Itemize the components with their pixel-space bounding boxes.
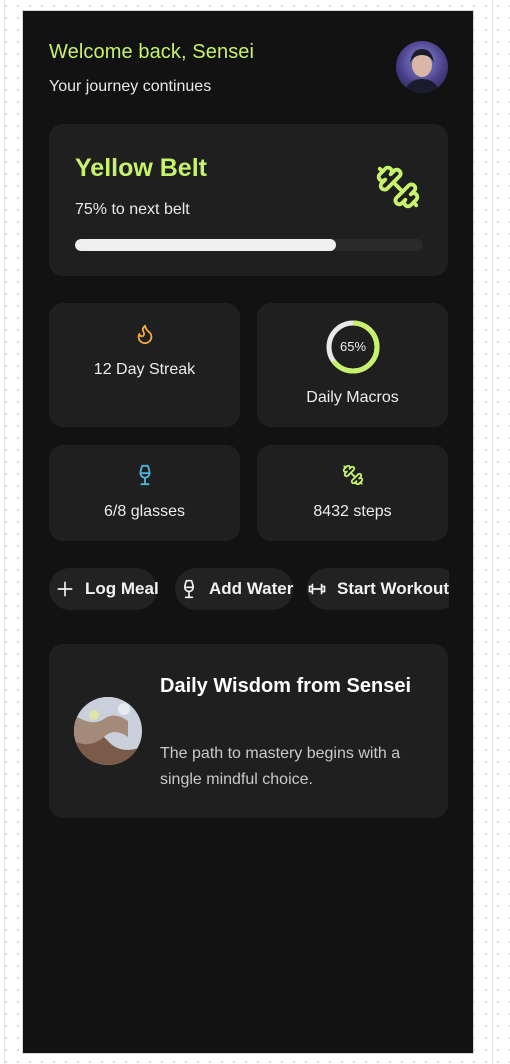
dumbbell-icon — [342, 464, 363, 486]
page-divider-right — [492, 0, 493, 1064]
header: Welcome back, Sensei Your journey contin… — [49, 41, 449, 96]
dumbbell-icon — [308, 583, 326, 595]
daily-wisdom-card[interactable]: Daily Wisdom from Sensei The path to mas… — [49, 644, 448, 818]
streak-label: 12 Day Streak — [93, 361, 196, 378]
welcome-subtitle: Your journey continues — [49, 78, 212, 95]
belt-title: Yellow Belt — [75, 154, 207, 182]
glass-icon — [184, 579, 194, 599]
wisdom-text: The path to mastery begins with a single… — [160, 745, 401, 788]
belt-progress-text: 75% to next belt — [75, 201, 190, 218]
add-water-button[interactable]: Add Water — [175, 568, 293, 610]
belt-progress-bar — [75, 239, 423, 251]
flame-icon — [137, 324, 152, 345]
page-divider-left — [4, 0, 5, 1064]
streak-card[interactable]: 12 Day Streak — [49, 303, 240, 427]
glass-icon — [139, 464, 150, 486]
wisdom-title: Daily Wisdom from Sensei — [160, 675, 411, 697]
belt-progress-card[interactable]: Yellow Belt 75% to next belt — [49, 124, 448, 276]
start-workout-button[interactable]: Start Workout — [307, 568, 449, 610]
macros-card[interactable]: 65% Daily Macros — [257, 303, 448, 427]
steps-label: 8432 steps — [313, 503, 392, 520]
log-meal-button[interactable]: Log Meal — [49, 568, 159, 610]
macros-percent: 65% — [339, 339, 367, 354]
macros-label: Daily Macros — [306, 389, 399, 406]
app-screen: Welcome back, Sensei Your journey contin… — [22, 10, 474, 1054]
add-water-label: Add Water — [209, 579, 294, 598]
belt-progress-fill — [75, 239, 336, 251]
quick-actions: Log Meal Add Water Start Workout — [49, 568, 449, 610]
water-label: 6/8 glasses — [104, 503, 185, 520]
steps-card[interactable]: 8432 steps — [257, 445, 448, 541]
dumbbell-icon — [376, 165, 420, 209]
user-avatar[interactable] — [396, 41, 448, 93]
welcome-title: Welcome back, Sensei — [49, 41, 255, 63]
start-workout-label: Start Workout — [337, 579, 449, 598]
avatar-portrait-icon — [404, 49, 440, 93]
sensei-image — [74, 697, 142, 765]
sensei-photo-icon — [74, 697, 142, 765]
log-meal-label: Log Meal — [85, 579, 159, 598]
water-card[interactable]: 6/8 glasses — [49, 445, 240, 541]
plus-icon — [57, 581, 73, 597]
